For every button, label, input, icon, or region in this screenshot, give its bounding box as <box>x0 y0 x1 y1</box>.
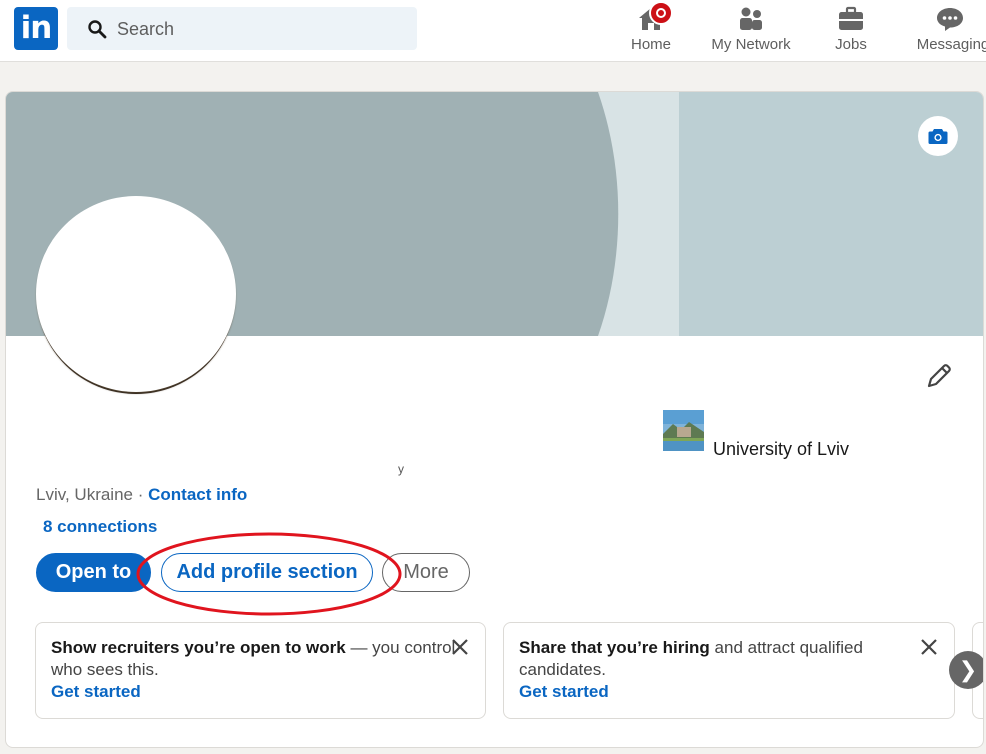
search-placeholder: Search <box>117 19 175 39</box>
add-profile-section-button[interactable]: Add profile section <box>161 553 373 592</box>
network-icon <box>740 7 762 30</box>
promo-title: Show recruiters you’re open to work — yo… <box>51 638 456 679</box>
get-started-link[interactable]: Get started <box>519 681 939 703</box>
separator-dot: · <box>133 485 149 504</box>
promo-card-open-to-work: Show recruiters you’re open to work — yo… <box>35 622 486 719</box>
top-navigation-bar: in Search Home My Network Jobs Messaging <box>0 0 986 62</box>
more-button[interactable]: More <box>382 553 470 592</box>
chat-icon <box>937 8 963 31</box>
nav-home-label: Home <box>630 36 671 53</box>
briefcase-icon <box>839 6 863 30</box>
profile-card: University of Lviv y Lviv, Ukraine · Con… <box>5 91 984 748</box>
location-text: Lviv, Ukraine <box>36 485 133 504</box>
nav-my-network[interactable]: My Network <box>706 4 796 58</box>
profile-avatar[interactable] <box>36 196 236 392</box>
connections-link[interactable]: 8 connections <box>43 517 157 537</box>
search-input[interactable]: Search <box>67 7 417 50</box>
education-name[interactable]: University of Lviv <box>713 439 849 460</box>
promo-card-hiring: Share that you’re hiring and attract qua… <box>503 622 955 719</box>
camera-icon <box>928 129 948 144</box>
notification-badge <box>649 1 673 25</box>
get-started-link[interactable]: Get started <box>51 681 470 703</box>
nav-messaging[interactable]: Messaging <box>913 4 986 58</box>
search-icon <box>88 20 107 39</box>
contact-info-link[interactable]: Contact info <box>148 485 247 504</box>
close-icon[interactable] <box>451 638 469 656</box>
nav-my-network-label: My Network <box>711 36 791 53</box>
location-line: Lviv, Ukraine · Contact info <box>36 485 247 505</box>
headline-fragment: y <box>398 462 404 476</box>
linkedin-logo[interactable]: in <box>14 7 58 50</box>
close-icon[interactable] <box>920 638 938 656</box>
university-logo[interactable] <box>663 410 704 451</box>
carousel-next-arrow-icon[interactable]: ❯ <box>949 651 983 689</box>
edit-banner-camera-button[interactable] <box>918 116 958 156</box>
open-to-button[interactable]: Open to <box>36 553 151 592</box>
nav-messaging-label: Messaging <box>916 36 986 53</box>
edit-intro-pencil-icon[interactable] <box>924 361 954 391</box>
nav-jobs[interactable]: Jobs <box>830 4 872 58</box>
nav-jobs-label: Jobs <box>835 36 867 53</box>
promo-title: Share that you’re hiring and attract qua… <box>519 638 863 679</box>
